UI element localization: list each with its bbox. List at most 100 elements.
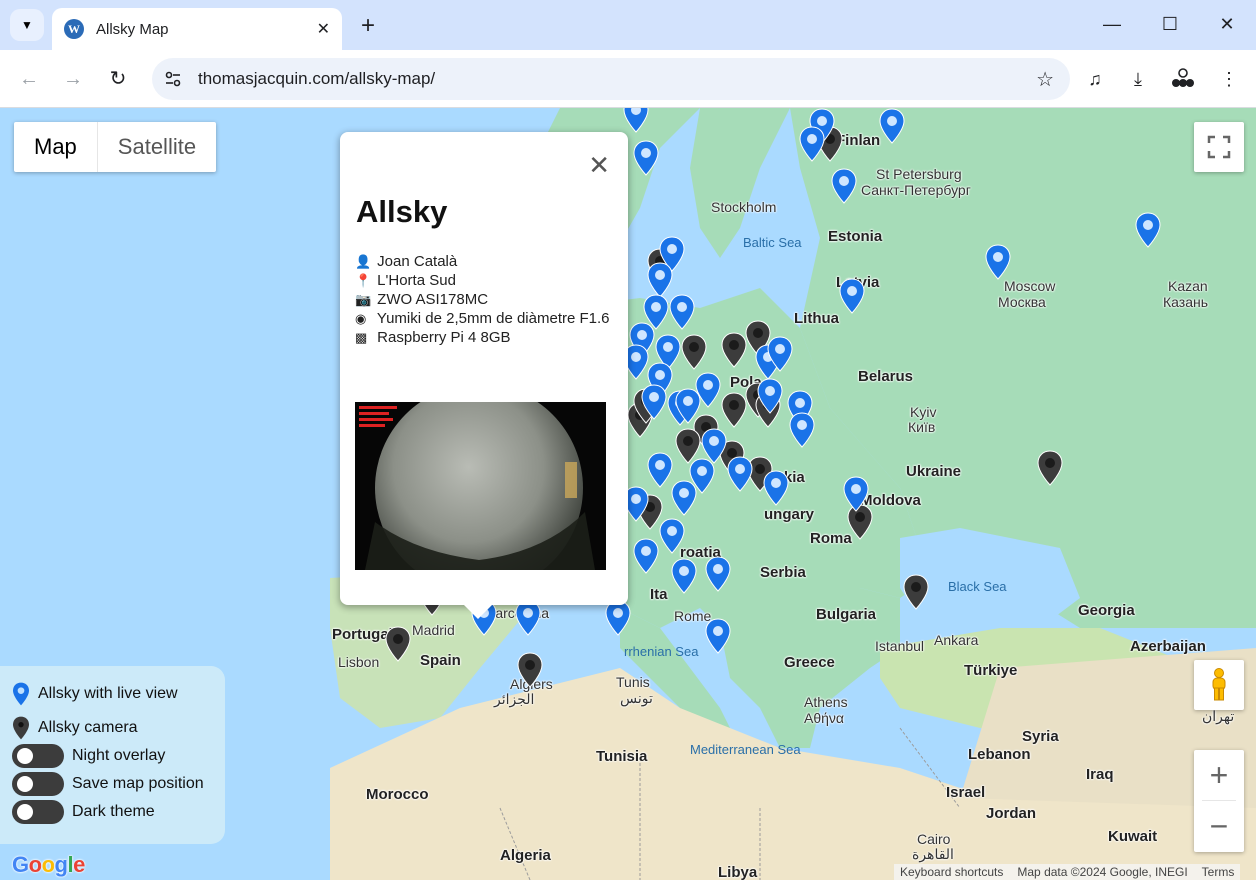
- new-tab-button[interactable]: +: [356, 12, 380, 40]
- save-position-toggle[interactable]: [12, 772, 64, 796]
- label-hungary: ungary: [764, 506, 815, 523]
- live-marker-icon: [13, 682, 29, 706]
- allsky-live-marker[interactable]: [985, 244, 1011, 280]
- close-icon[interactable]: ✕: [588, 150, 610, 181]
- allsky-live-marker[interactable]: [879, 108, 905, 144]
- tab-allsky-map[interactable]: W Allsky Map ✕: [52, 8, 342, 50]
- allsky-camera-marker[interactable]: [1037, 450, 1063, 486]
- title-bar: ▼ W Allsky Map ✕ + — ☐ ✕: [0, 0, 1256, 50]
- allsky-live-marker[interactable]: [799, 126, 825, 162]
- download-icon[interactable]: ⤓: [1125, 67, 1151, 91]
- allsky-camera-marker[interactable]: [681, 334, 707, 370]
- site-settings-icon[interactable]: [164, 70, 182, 88]
- camera-icon: 📷: [355, 292, 372, 307]
- info-details: 👤 Joan Català 📍 L'Horta Sud 📷 ZWO ASI178…: [355, 252, 617, 347]
- allsky-camera-marker[interactable]: [517, 652, 543, 688]
- keyboard-shortcuts-link[interactable]: Keyboard shortcuts: [900, 865, 1003, 879]
- allsky-live-marker[interactable]: [647, 262, 673, 298]
- allsky-live-marker[interactable]: [675, 388, 701, 424]
- google-logo[interactable]: Google: [12, 852, 85, 878]
- map-type-map-button[interactable]: Map: [14, 122, 97, 172]
- label-jordan: Jordan: [986, 805, 1037, 822]
- allsky-camera-marker[interactable]: [721, 392, 747, 428]
- allsky-live-marker[interactable]: [705, 556, 731, 592]
- label-ukraine: Ukraine: [906, 463, 962, 480]
- camera-row: 📷 ZWO ASI178MC: [355, 290, 617, 309]
- address-bar[interactable]: thomasjacquin.com/allsky-map/ ☆: [152, 58, 1070, 100]
- info-window-pointer: [464, 605, 492, 619]
- allsky-live-marker[interactable]: [789, 412, 815, 448]
- minimize-button[interactable]: —: [1102, 14, 1122, 35]
- save-position-label: Save map position: [72, 775, 204, 792]
- fullscreen-button[interactable]: [1194, 122, 1244, 172]
- map-canvas[interactable]: Finlan St Petersburg Санкт-Петербург Sto…: [0, 108, 1256, 880]
- bookmark-star-icon[interactable]: ☆: [1036, 67, 1054, 92]
- allsky-live-marker[interactable]: [839, 278, 865, 314]
- label-tunis: Tunis: [616, 674, 650, 690]
- allsky-live-marker[interactable]: [831, 168, 857, 204]
- label-stockholm: Stockholm: [711, 199, 777, 215]
- allsky-live-marker[interactable]: [767, 336, 793, 372]
- label-bulgaria: Bulgaria: [816, 606, 877, 623]
- street-view-pegman-button[interactable]: [1194, 660, 1244, 710]
- tab-search-button[interactable]: ▼: [10, 9, 44, 41]
- allsky-camera-marker[interactable]: [385, 626, 411, 662]
- label-kyiv: Kyiv: [910, 404, 937, 420]
- label-romania: Roma: [810, 530, 852, 547]
- label-madrid: Madrid: [412, 622, 455, 638]
- label-st-petersburg: St Petersburg: [876, 166, 962, 182]
- label-serbia: Serbia: [760, 564, 806, 581]
- allsky-live-marker[interactable]: [515, 600, 541, 636]
- label-istanbul: Istanbul: [875, 638, 925, 654]
- menu-kebab-icon[interactable]: ⋮: [1216, 67, 1242, 91]
- allsky-camera-marker[interactable]: [903, 574, 929, 610]
- back-button[interactable]: ←: [17, 67, 41, 91]
- allsky-live-marker[interactable]: [605, 600, 631, 636]
- allsky-live-marker[interactable]: [727, 456, 753, 492]
- allsky-live-marker[interactable]: [623, 108, 649, 133]
- allsky-live-marker[interactable]: [1135, 212, 1161, 248]
- media-controls-icon[interactable]: ♫: [1082, 67, 1108, 91]
- label-turkiye: Türkiye: [964, 662, 1018, 679]
- allsky-live-marker[interactable]: [671, 558, 697, 594]
- zoom-in-button[interactable]: +: [1194, 750, 1244, 801]
- allsky-live-marker[interactable]: [669, 294, 695, 330]
- allsky-live-marker[interactable]: [647, 452, 673, 488]
- allsky-live-marker[interactable]: [633, 140, 659, 176]
- allsky-camera-marker[interactable]: [721, 332, 747, 368]
- wordpress-icon: W: [64, 19, 84, 39]
- night-overlay-label: Night overlay: [72, 747, 166, 764]
- label-ankara: Ankara: [934, 632, 979, 648]
- lens-row: ◉ Yumiki de 2,5mm de diàmetre F1.6: [355, 309, 617, 328]
- allsky-live-marker[interactable]: [689, 458, 715, 494]
- maximize-button[interactable]: ☐: [1160, 14, 1180, 35]
- allsky-live-marker[interactable]: [659, 518, 685, 554]
- close-window-button[interactable]: ✕: [1217, 14, 1237, 35]
- map-type-satellite-button[interactable]: Satellite: [96, 122, 216, 172]
- dark-theme-toggle[interactable]: [12, 800, 64, 824]
- label-estonia: Estonia: [828, 228, 883, 245]
- extensions-icon[interactable]: [1170, 67, 1196, 91]
- label-athens-gr: Αθήνα: [804, 710, 845, 726]
- allsky-image-drawing: [355, 402, 606, 570]
- allsky-live-marker[interactable]: [843, 476, 869, 512]
- night-overlay-toggle[interactable]: [12, 744, 64, 768]
- forward-button[interactable]: →: [61, 67, 85, 91]
- label-tehran-ar: تهران: [1202, 708, 1235, 724]
- camera-marker-icon: [13, 716, 29, 740]
- reload-button[interactable]: ↻: [106, 67, 130, 91]
- close-tab-icon[interactable]: ✕: [317, 19, 330, 39]
- terms-link[interactable]: Terms: [1202, 865, 1235, 879]
- label-lithuania: Lithua: [794, 310, 839, 327]
- label-iraq: Iraq: [1086, 766, 1114, 783]
- allsky-live-marker[interactable]: [641, 384, 667, 420]
- zoom-out-button[interactable]: −: [1194, 801, 1244, 852]
- label-baltic-sea: Baltic Sea: [743, 235, 802, 250]
- allsky-live-marker[interactable]: [633, 538, 659, 574]
- allsky-live-marker[interactable]: [757, 378, 783, 414]
- url-text: thomasjacquin.com/allsky-map/: [198, 69, 436, 88]
- chevron-down-icon: ▼: [21, 18, 33, 32]
- allsky-live-marker[interactable]: [705, 618, 731, 654]
- allsky-camera-image[interactable]: [355, 402, 606, 570]
- allsky-live-marker[interactable]: [763, 470, 789, 506]
